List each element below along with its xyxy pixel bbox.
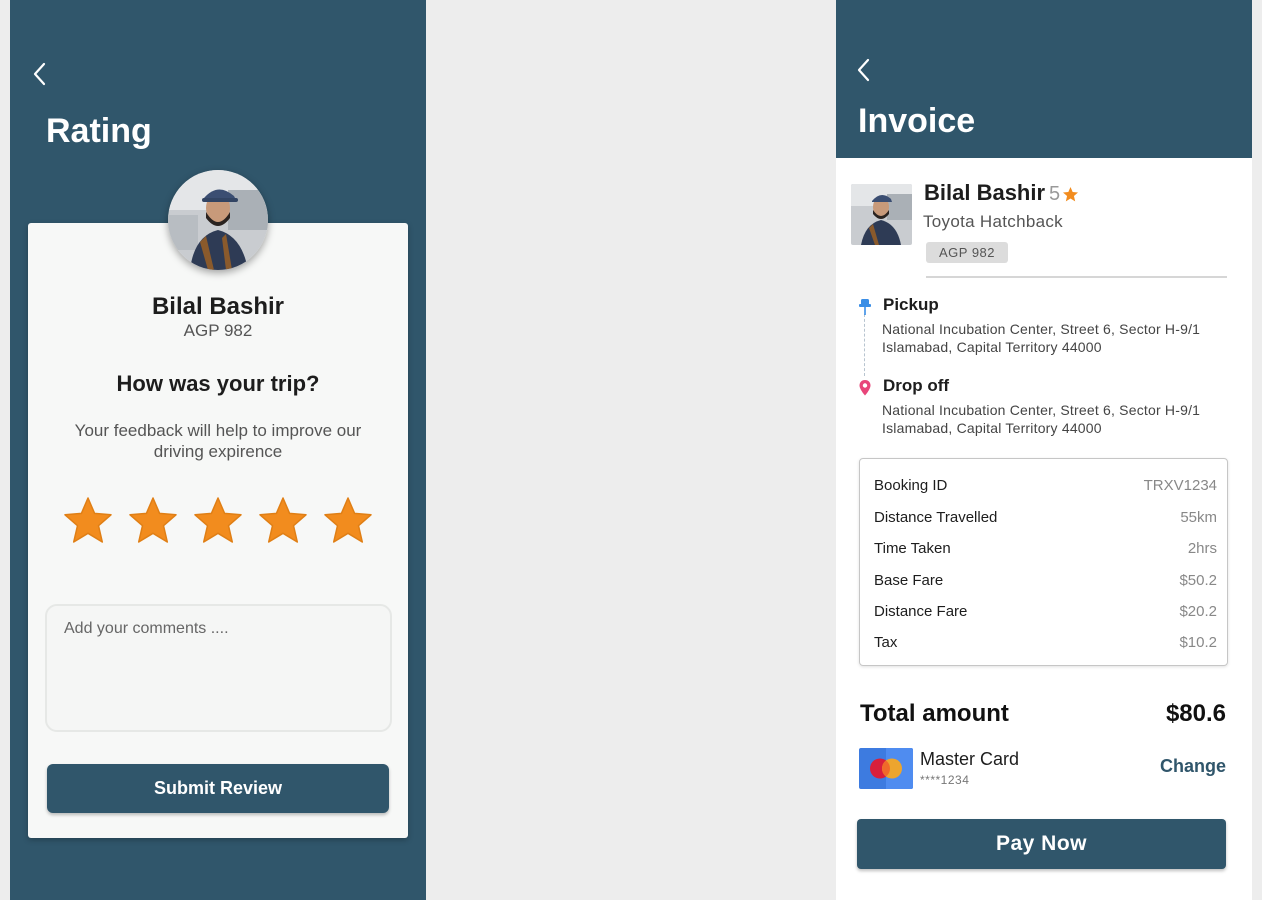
trip-details: Booking ID TRXV1234 Distance Travelled 5… <box>859 458 1228 666</box>
star-icon[interactable] <box>257 495 309 547</box>
detail-row: Booking ID TRXV1234 <box>874 477 1217 494</box>
pickup-address: National Incubation Center, Street 6, Se… <box>882 320 1242 356</box>
total-label: Total amount <box>860 700 1009 727</box>
change-payment-link[interactable]: Change <box>1160 756 1226 777</box>
detail-row: Distance Travelled 55km <box>874 509 1217 526</box>
star-icon[interactable] <box>62 495 114 547</box>
card-number: ****1234 <box>920 773 970 787</box>
pickup-label: Pickup <box>883 295 939 314</box>
car-model: Toyota Hatchback <box>923 212 1063 231</box>
detail-value: $10.2 <box>1179 634 1217 651</box>
detail-row: Distance Fare $20.2 <box>874 603 1217 620</box>
divider <box>926 276 1227 278</box>
driver-name: Bilal Bashir <box>151 293 285 320</box>
rating-card: Bilal Bashir AGP 982 How was your trip? … <box>28 223 408 838</box>
total-value: $80.6 <box>1165 700 1226 727</box>
mastercard-icon <box>859 748 913 789</box>
detail-value: 2hrs <box>1187 540 1217 557</box>
detail-row: Base Fare $50.2 <box>874 572 1217 589</box>
detail-value: $20.2 <box>1179 603 1217 620</box>
trip-question: How was your trip? <box>116 371 320 396</box>
detail-value: $50.2 <box>1179 572 1217 589</box>
detail-label: Time Taken <box>874 540 951 557</box>
detail-value: 55km <box>1180 509 1217 526</box>
driver-avatar <box>851 184 912 245</box>
detail-label: Base Fare <box>874 572 944 589</box>
detail-row: Tax $10.2 <box>874 634 1217 651</box>
detail-value: TRXV1234 <box>1143 477 1217 494</box>
driver-name: Bilal Bashir <box>924 180 1046 205</box>
star-icon[interactable] <box>192 495 244 547</box>
comments-input[interactable] <box>45 604 392 732</box>
star-icon[interactable] <box>322 495 374 547</box>
rating-screen: Rating Bilal Bashir AGP 982 How was your… <box>10 0 426 900</box>
pickup-address-line1: National Incubation Center, Street 6, Se… <box>882 321 1201 337</box>
dropoff-label: Drop off <box>883 376 950 395</box>
back-arrow-icon <box>33 62 46 86</box>
detail-label: Distance Fare <box>874 603 968 620</box>
star-icon <box>1063 186 1079 202</box>
driver-plate: AGP 982 <box>183 321 253 340</box>
star-rating <box>62 495 374 547</box>
back-arrow-icon <box>857 58 870 82</box>
driver-avatar <box>168 170 268 270</box>
pickup-address-line2: Islamabad, Capital Territory 44000 <box>882 339 1102 355</box>
dropoff-address: National Incubation Center, Street 6, Se… <box>882 401 1242 437</box>
detail-label: Distance Travelled <box>874 509 998 526</box>
page-title: Invoice <box>858 102 976 140</box>
invoice-screen: Invoice Bilal Bashir 5 Toyota Hatchback … <box>836 0 1252 900</box>
feedback-text: Your feedback will help to improve our d… <box>74 421 362 461</box>
driver-rating: 5 <box>1049 183 1079 206</box>
plate-badge: AGP 982 <box>926 242 1009 263</box>
detail-row: Time Taken 2hrs <box>874 540 1217 557</box>
submit-review-button[interactable]: Submit Review <box>47 764 389 813</box>
back-button[interactable] <box>848 54 880 86</box>
detail-label: Tax <box>874 634 898 651</box>
back-button[interactable] <box>24 58 56 90</box>
pickup-pin-icon <box>859 299 871 315</box>
dropoff-address-line2: Islamabad, Capital Territory 44000 <box>882 420 1102 436</box>
rating-value: 5 <box>1049 183 1061 205</box>
dropoff-pin-icon <box>859 380 871 396</box>
star-icon[interactable] <box>127 495 179 547</box>
page-title: Rating <box>46 112 152 150</box>
route-line <box>864 314 865 376</box>
dropoff-address-line1: National Incubation Center, Street 6, Se… <box>882 402 1201 418</box>
pay-now-button[interactable]: Pay Now <box>857 819 1226 869</box>
card-name: Master Card <box>920 749 1020 769</box>
detail-label: Booking ID <box>874 477 948 494</box>
